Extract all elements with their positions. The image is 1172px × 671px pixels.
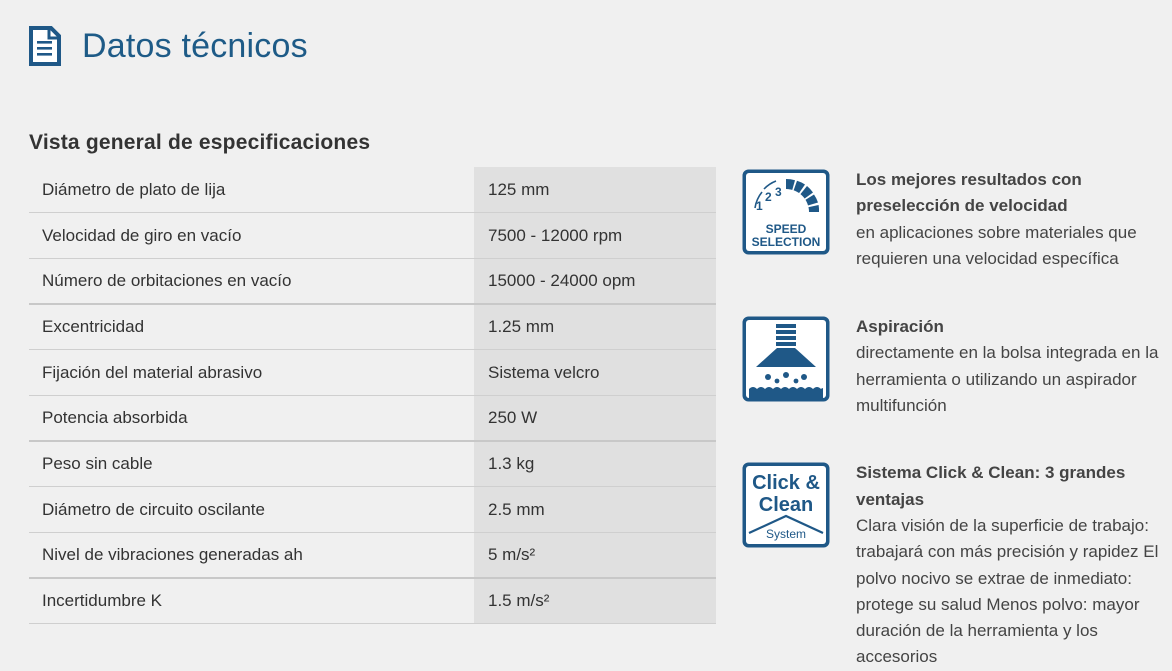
spec-label: Diámetro de circuito oscilante [29, 486, 474, 533]
table-row: Diámetro de plato de lija 125 mm [29, 167, 716, 214]
table-row: Excentricidad 1.25 mm [29, 304, 716, 351]
spec-value: 1.3 kg [474, 441, 716, 488]
spec-label: Potencia absorbida [29, 395, 474, 443]
feature-title: Los mejores resultados con preselección … [856, 170, 1082, 216]
click-label: Click & [752, 472, 820, 494]
specs-section-title: Vista general de especificaciones [29, 131, 371, 154]
spec-value: 7500 - 12000 rpm [474, 212, 716, 259]
table-row: Diámetro de circuito oscilante 2.5 mm [29, 486, 716, 533]
click-clean-icon: Click & Clean System [742, 462, 830, 548]
speed-number-1: 1 [756, 199, 763, 213]
system-label: System [766, 527, 806, 541]
table-row: Número de orbitaciones en vacío 15000 - … [29, 258, 716, 306]
table-row: Fijación del material abrasivo Sistema v… [29, 349, 716, 396]
page-title: Datos técnicos [82, 26, 308, 65]
speed-label: SPEED [766, 222, 807, 236]
spec-label: Diámetro de plato de lija [29, 167, 474, 214]
clean-label: Clean [759, 494, 813, 516]
feature-body: en aplicaciones sobre materiales que req… [856, 222, 1137, 268]
feature-body: Clara visión de la superficie de trabajo… [856, 515, 1159, 667]
feature-click-clean: Click & Clean System Sistema Click & Cle… [741, 461, 1161, 670]
table-row: Incertidumbre K 1.5 m/s² [29, 578, 716, 625]
feature-speed-selection: 1 2 3 SPEED SELECTION Los mejores result… [741, 168, 1161, 272]
spec-value: 2.5 mm [474, 486, 716, 533]
spec-value: 125 mm [474, 167, 716, 214]
spec-value: 5 m/s² [474, 532, 716, 580]
feature-text: Sistema Click & Clean: 3 grandes ventaja… [856, 460, 1161, 670]
feature-dust-extraction: Aspiración directamente en la bolsa inte… [741, 315, 1161, 419]
dust-extraction-icon [742, 316, 830, 402]
speed-selection-icon: 1 2 3 SPEED SELECTION [742, 169, 830, 255]
document-icon [29, 26, 61, 66]
spec-value: 250 W [474, 395, 716, 443]
table-row: Nivel de vibraciones generadas ah 5 m/s² [29, 532, 716, 580]
spec-value: 15000 - 24000 opm [474, 258, 716, 306]
feature-title: Aspiración [856, 317, 944, 337]
feature-text: Aspiración directamente en la bolsa inte… [856, 314, 1161, 419]
features-list: 1 2 3 SPEED SELECTION Los mejores result… [741, 168, 1161, 671]
spec-label: Velocidad de giro en vacío [29, 212, 474, 259]
specs-table: Diámetro de plato de lija 125 mm Velocid… [29, 167, 716, 625]
feature-body: directamente en la bolsa integrada en la… [856, 343, 1159, 416]
spec-label: Peso sin cable [29, 441, 474, 488]
spec-value: Sistema velcro [474, 349, 716, 396]
spec-value: 1.5 m/s² [474, 578, 716, 625]
selection-label: SELECTION [752, 235, 821, 249]
spec-label: Nivel de vibraciones generadas ah [29, 532, 474, 580]
table-row: Velocidad de giro en vacío 7500 - 12000 … [29, 212, 716, 259]
table-row: Potencia absorbida 250 W [29, 395, 716, 443]
speed-number-2: 2 [765, 190, 772, 204]
table-row: Peso sin cable 1.3 kg [29, 441, 716, 488]
spec-label: Excentricidad [29, 304, 474, 351]
page-header: Datos técnicos [28, 26, 308, 66]
spec-label: Incertidumbre K [29, 578, 474, 625]
feature-title: Sistema Click & Clean: 3 grandes ventaja… [856, 463, 1126, 509]
spec-label: Número de orbitaciones en vacío [29, 258, 474, 306]
speed-number-3: 3 [775, 185, 782, 199]
spec-label: Fijación del material abrasivo [29, 349, 474, 396]
feature-text: Los mejores resultados con preselección … [856, 167, 1161, 272]
spec-value: 1.25 mm [474, 304, 716, 351]
